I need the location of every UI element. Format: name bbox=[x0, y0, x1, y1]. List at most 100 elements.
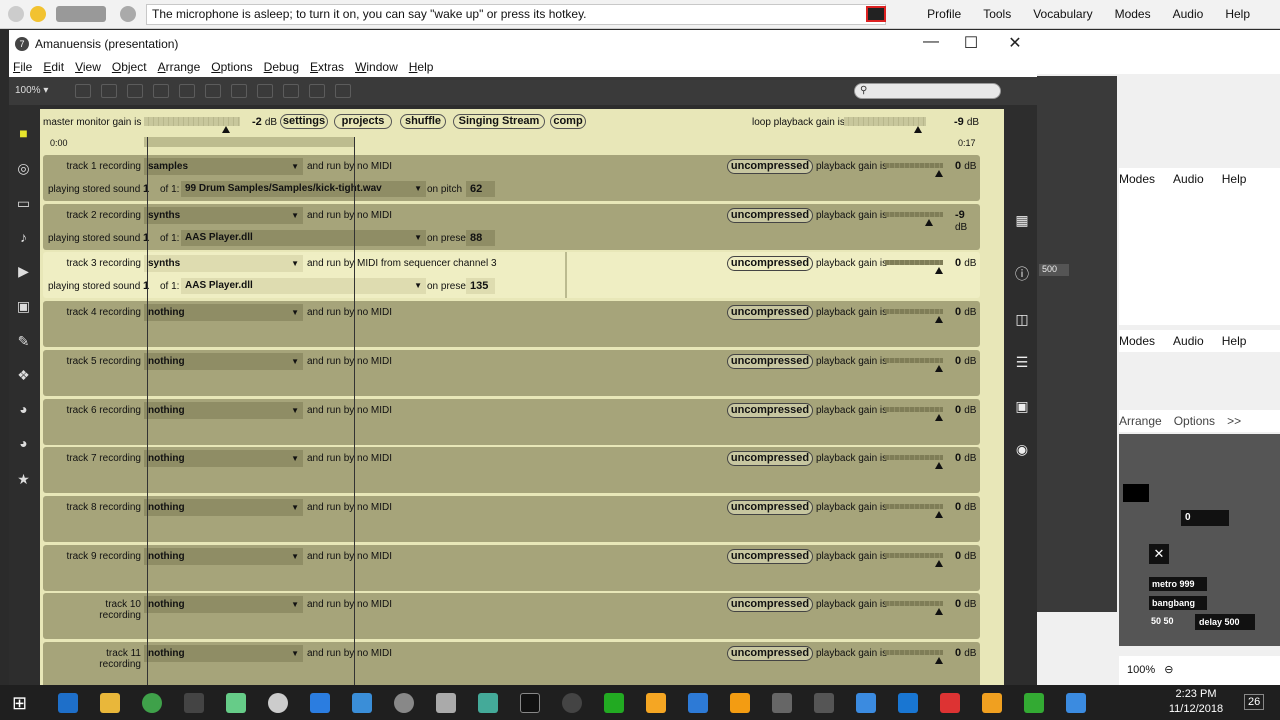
playback-gain-thumb[interactable] bbox=[935, 364, 943, 372]
menu-vocabulary[interactable]: Vocabulary bbox=[1033, 0, 1092, 29]
image-icon[interactable]: ▣ bbox=[15, 298, 32, 315]
menu-help[interactable]: Help bbox=[1225, 0, 1250, 29]
zoom-dropdown[interactable]: 100% ▾ bbox=[15, 85, 48, 96]
snap-icon[interactable] bbox=[179, 84, 195, 98]
source-select[interactable]: nothing ▼ bbox=[144, 645, 303, 662]
playback-gain-slider[interactable] bbox=[885, 601, 943, 616]
bangbang-object[interactable]: bangbang bbox=[1149, 596, 1207, 610]
compression-toggle[interactable]: uncompressed bbox=[727, 207, 813, 223]
distribute-icon[interactable] bbox=[231, 84, 247, 98]
compression-toggle[interactable]: uncompressed bbox=[727, 646, 813, 661]
close-x-icon[interactable]: ✕ bbox=[1149, 544, 1169, 564]
target-icon[interactable]: ◎ bbox=[15, 160, 32, 177]
star-icon[interactable]: ★ bbox=[15, 471, 32, 488]
projects-button[interactable]: projects bbox=[334, 114, 392, 129]
bg-menu3-more[interactable]: >> bbox=[1227, 410, 1241, 432]
menu-edit[interactable]: Edit bbox=[43, 58, 64, 77]
compression-toggle[interactable]: uncompressed bbox=[727, 548, 813, 564]
dragon-taskbar-icon[interactable] bbox=[646, 693, 666, 713]
note-icon[interactable]: ♪ bbox=[15, 229, 32, 246]
system-clock[interactable]: 2:23 PM 11/12/2018 bbox=[1160, 687, 1232, 717]
compression-toggle[interactable]: uncompressed bbox=[727, 597, 813, 613]
comment-icon[interactable] bbox=[127, 84, 143, 98]
puzzle-icon[interactable]: ❖ bbox=[15, 367, 32, 384]
list-icon[interactable]: ☰ bbox=[1013, 353, 1031, 371]
maximize-icon[interactable]: ☐ bbox=[961, 33, 981, 53]
master-gain-slider[interactable] bbox=[144, 117, 240, 133]
menu-options[interactable]: Options bbox=[211, 58, 252, 77]
source-select[interactable]: nothing ▼ bbox=[144, 498, 303, 516]
menu-help[interactable]: Help bbox=[409, 58, 434, 77]
delay-object[interactable]: delay 500 bbox=[1195, 614, 1255, 630]
playback-gain-slider[interactable] bbox=[885, 260, 943, 275]
app-icon-9[interactable] bbox=[394, 693, 414, 713]
playback-gain-thumb[interactable] bbox=[935, 510, 943, 518]
title-bar[interactable]: 7 Amanuensis (presentation) — ☐ ✕ bbox=[9, 30, 1037, 58]
bg-menu2-audio[interactable]: Audio bbox=[1173, 330, 1204, 352]
source-select[interactable]: nothing ▼ bbox=[144, 304, 303, 322]
record-icon[interactable] bbox=[120, 6, 136, 22]
grid-keypad-icon[interactable]: ▦ bbox=[1013, 211, 1031, 229]
playback-gain-thumb[interactable] bbox=[935, 462, 943, 470]
param-number[interactable]: 88 bbox=[466, 229, 495, 246]
lock-icon[interactable] bbox=[75, 84, 91, 98]
live-icon[interactable] bbox=[184, 693, 204, 713]
source-select[interactable]: synths ▼ bbox=[144, 206, 303, 224]
minimize-icon[interactable]: — bbox=[921, 33, 941, 51]
align-icon[interactable] bbox=[205, 84, 221, 98]
menu-extras[interactable]: Extras bbox=[310, 58, 344, 77]
bg-menu2-modes[interactable]: Modes bbox=[1119, 330, 1155, 352]
play-list-icon[interactable]: ▶ bbox=[15, 263, 32, 280]
source-select[interactable]: nothing ▼ bbox=[144, 547, 303, 565]
zoom-out-icon[interactable]: ⊖ bbox=[1164, 664, 1173, 676]
dragon-icon[interactable] bbox=[8, 6, 24, 22]
menu-window[interactable]: Window bbox=[355, 58, 398, 77]
app-icon-20[interactable] bbox=[856, 693, 876, 713]
singing-stream-button[interactable]: Singing Stream bbox=[453, 114, 545, 129]
source-select[interactable]: nothing ▼ bbox=[144, 596, 303, 614]
terminal-icon[interactable] bbox=[520, 693, 540, 713]
playback-gain-slider[interactable] bbox=[885, 503, 943, 518]
zero-number-box[interactable]: 0 bbox=[1181, 510, 1229, 526]
vlc-icon[interactable] bbox=[730, 693, 750, 713]
notification-badge[interactable]: 26 bbox=[1244, 694, 1265, 710]
loop-gain-thumb[interactable] bbox=[913, 126, 922, 133]
app-icon-22[interactable] bbox=[940, 693, 960, 713]
menu-tools[interactable]: Tools bbox=[983, 0, 1011, 29]
playback-gain-slider[interactable] bbox=[885, 650, 943, 664]
app-icon-1[interactable] bbox=[58, 693, 78, 713]
app-icon-10[interactable] bbox=[436, 693, 456, 713]
dropbox-icon[interactable] bbox=[310, 693, 330, 713]
compression-toggle[interactable]: uncompressed bbox=[727, 402, 813, 418]
presentation-icon[interactable] bbox=[101, 84, 117, 98]
source-select[interactable]: synths ▼ bbox=[144, 255, 303, 273]
playback-gain-thumb[interactable] bbox=[935, 413, 943, 421]
source-select[interactable]: nothing ▼ bbox=[144, 352, 303, 370]
panel-icon[interactable]: ◫ bbox=[1013, 310, 1031, 328]
bg-menu1-modes[interactable]: Modes bbox=[1119, 168, 1155, 190]
metro-object[interactable]: metro 999 bbox=[1149, 577, 1207, 591]
source-select[interactable]: nothing ▼ bbox=[144, 401, 303, 419]
sound-file-select[interactable]: 99 Drum Samples/Samples/kick-tight.wav ▼ bbox=[181, 181, 426, 197]
menu-modes[interactable]: Modes bbox=[1115, 0, 1151, 29]
max-icon[interactable] bbox=[562, 693, 582, 713]
grid-icon[interactable] bbox=[153, 84, 169, 98]
app-icon-23[interactable] bbox=[982, 693, 1002, 713]
master-gain-thumb[interactable] bbox=[221, 126, 230, 133]
menu-debug[interactable]: Debug bbox=[264, 58, 299, 77]
camera-icon[interactable]: ◉ bbox=[1013, 440, 1031, 458]
app-icon-5[interactable] bbox=[226, 693, 246, 713]
app-icon-8[interactable] bbox=[352, 693, 372, 713]
cube-icon[interactable]: ■ bbox=[15, 125, 32, 142]
param-number[interactable]: 135 bbox=[466, 278, 495, 295]
playback-gain-slider[interactable] bbox=[885, 163, 943, 177]
app-icon-24[interactable] bbox=[1024, 693, 1044, 713]
help-icon[interactable] bbox=[283, 84, 299, 98]
mic-hotkey-icon[interactable] bbox=[866, 6, 886, 22]
loop-gain-slider[interactable] bbox=[844, 117, 926, 133]
paint-icon[interactable] bbox=[335, 84, 351, 98]
window-icon[interactable]: ▭ bbox=[15, 195, 32, 212]
sound-file-select[interactable]: AAS Player.dll ▼ bbox=[181, 278, 426, 295]
playback-gain-slider[interactable] bbox=[885, 552, 943, 567]
midi-icon[interactable] bbox=[772, 693, 792, 713]
